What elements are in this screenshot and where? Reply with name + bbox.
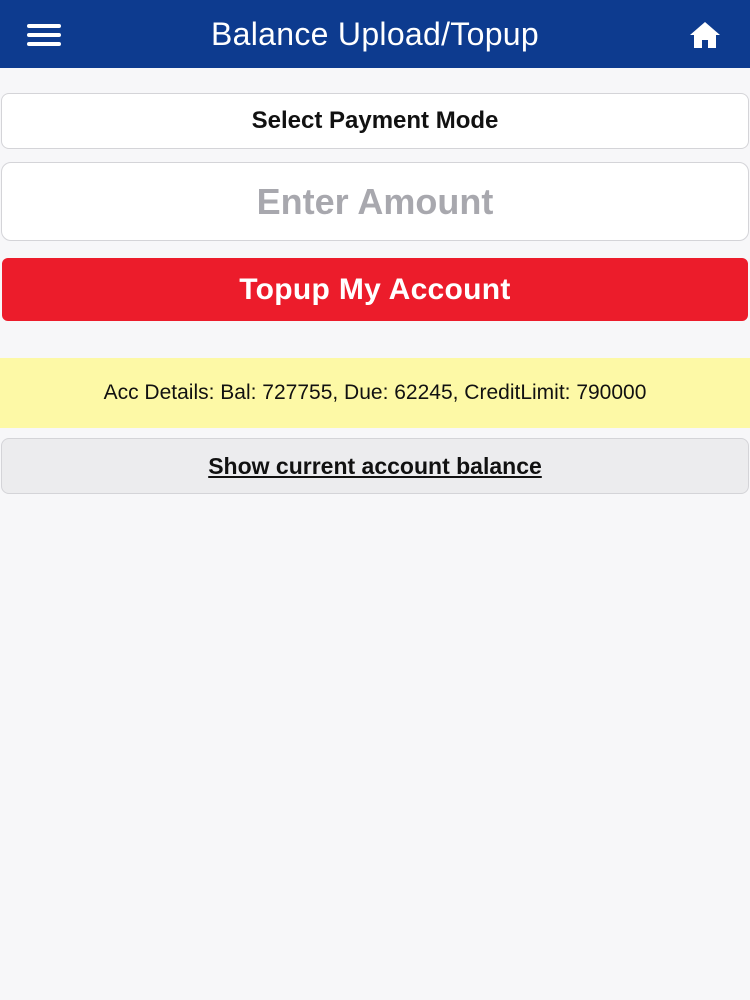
topup-button-label: Topup My Account (239, 272, 511, 306)
page-title: Balance Upload/Topup (210, 15, 539, 52)
select-payment-mode-button[interactable]: Select Payment Mode (1, 93, 749, 149)
show-current-balance-button[interactable]: Show current account balance (1, 438, 749, 494)
show-balance-link[interactable]: Show current account balance (208, 453, 542, 480)
app-header: Balance Upload/Topup (0, 0, 750, 68)
hamburger-menu-icon[interactable] (27, 24, 61, 46)
account-details-banner: Acc Details: Bal: 727755, Due: 62245, Cr… (0, 358, 750, 428)
topup-account-button[interactable]: Topup My Account (2, 258, 748, 321)
account-details-text: Acc Details: Bal: 727755, Due: 62245, Cr… (103, 381, 647, 404)
payment-mode-label: Select Payment Mode (251, 107, 499, 134)
home-icon[interactable] (688, 20, 722, 50)
amount-input[interactable] (1, 162, 749, 241)
